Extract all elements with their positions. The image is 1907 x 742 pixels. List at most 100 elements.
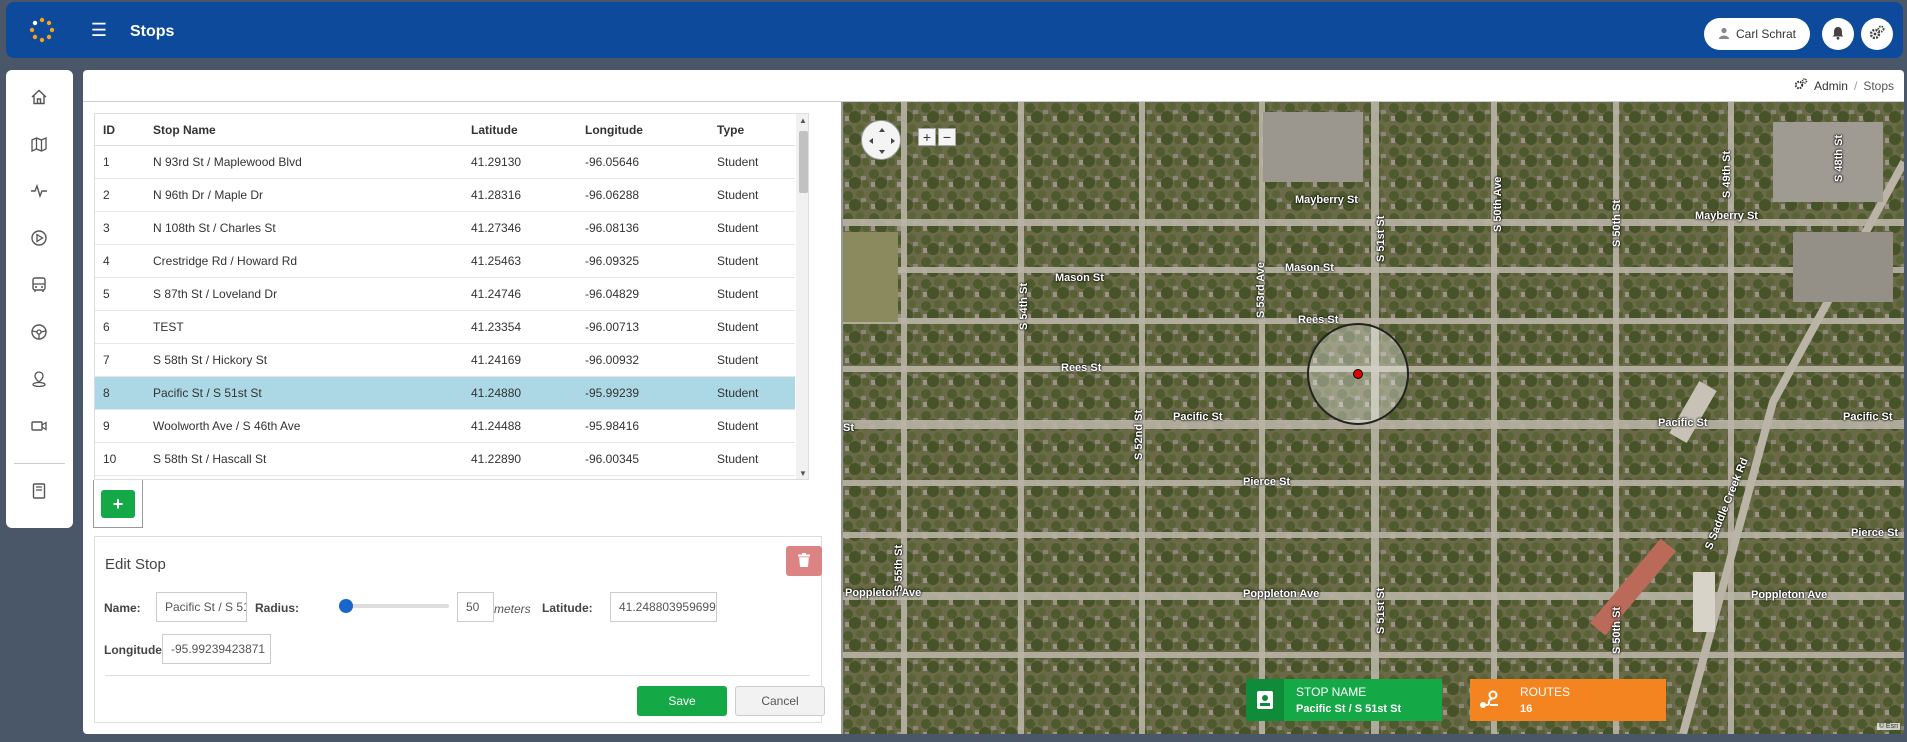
cell-latitude: 41.27346 — [471, 221, 522, 235]
table-scrollbar[interactable]: ▲ ▼ — [796, 114, 808, 479]
user-menu-button[interactable]: Carl Schrat — [1704, 18, 1810, 50]
cell-id: 5 — [103, 287, 110, 301]
column-header-latitude[interactable]: Latitude — [471, 114, 518, 146]
breadcrumb-separator: / — [1853, 78, 1858, 93]
cell-latitude: 41.28316 — [471, 188, 522, 202]
app-logo-icon[interactable] — [28, 16, 56, 44]
cell-stop-name: S 87th St / Loveland Dr — [153, 287, 278, 301]
zoom-in-button[interactable]: + — [918, 128, 936, 146]
notifications-button[interactable] — [1822, 18, 1854, 50]
map-pan-control[interactable] — [861, 120, 901, 160]
cell-id: 8 — [103, 386, 110, 400]
cell-latitude: 41.24746 — [471, 287, 522, 301]
nav-steering-wheel-icon[interactable] — [24, 317, 54, 347]
name-input[interactable]: Pacific St / S 51st — [156, 592, 247, 622]
nav-map-icon[interactable] — [24, 129, 54, 159]
table-row[interactable]: 9 Woolworth Ave / S 46th Ave 41.24488 -95.9… — [95, 410, 795, 443]
settings-button[interactable] — [1861, 18, 1893, 50]
form-separator — [105, 675, 810, 676]
table-row[interactable]: 6 TEST 41.23354 -96.00713 Student — [95, 311, 795, 344]
nav-book-icon[interactable] — [24, 476, 54, 506]
cell-longitude: -96.00932 — [585, 353, 640, 367]
map-view[interactable]: Mayberry St Mayberry St Mason St Mason S… — [843, 102, 1904, 734]
table-row[interactable]: 1 N 93rd St / Maplewood Blvd 41.29130 -96.0… — [95, 146, 795, 179]
gears-icon — [1869, 25, 1885, 44]
breadcrumb-current: Stops — [1863, 78, 1894, 93]
stops-table: ID Stop Name Latitude Longitude Type 1 N … — [94, 113, 809, 480]
column-header-id[interactable]: ID — [103, 114, 115, 146]
table-row[interactable]: 8 Pacific St / S 51st St 41.24880 -95.99239… — [95, 377, 795, 410]
street-label: S 50th Ave — [1492, 176, 1504, 232]
save-button[interactable]: Save — [637, 686, 727, 716]
column-header-longitude[interactable]: Longitude — [585, 114, 643, 146]
cell-type: Student — [717, 452, 759, 466]
street-label: Pacific St — [1658, 417, 1708, 429]
cell-latitude: 41.23354 — [471, 320, 522, 334]
hamburger-menu-icon[interactable]: ☰ — [88, 20, 110, 42]
street-label: Poppleton Ave — [1751, 589, 1828, 601]
street-label: S 50th St — [1611, 199, 1623, 247]
street-label: Poppleton Ave — [1243, 588, 1320, 600]
cell-latitude: 41.29130 — [471, 155, 522, 169]
cell-stop-name: TEST — [153, 320, 184, 334]
radius-slider[interactable] — [339, 599, 449, 613]
table-row[interactable]: 10 S 58th St / Hascall St 41.22890 -96.0034… — [95, 443, 795, 476]
nav-bus-icon[interactable] — [24, 270, 54, 300]
routes-card-icon — [1470, 679, 1508, 721]
table-row[interactable]: 4 Crestridge Rd / Howard Rd 41.25463 -96.09… — [95, 245, 795, 278]
stop-name-card: STOP NAME Pacific St / S 51st St — [1246, 679, 1442, 721]
stop-card-value: Pacific St / S 51st St — [1296, 703, 1402, 715]
cell-longitude: -96.06288 — [585, 188, 640, 202]
street-label: S 54th St — [1018, 282, 1030, 330]
cell-latitude: 41.24169 — [471, 353, 522, 367]
cell-longitude: -96.00345 — [585, 452, 640, 466]
longitude-input[interactable]: -95.99239423871 — [162, 634, 271, 664]
cell-type: Student — [717, 353, 759, 367]
table-row[interactable]: 2 N 96th Dr / Maple Dr 41.28316 -96.06288 St… — [95, 179, 795, 212]
cell-longitude: -96.05646 — [585, 155, 640, 169]
cell-type: Student — [717, 188, 759, 202]
nav-playback-icon[interactable] — [24, 223, 54, 253]
cell-stop-name: N 93rd St / Maplewood Blvd — [153, 155, 302, 169]
cancel-button[interactable]: Cancel — [735, 686, 825, 716]
latitude-input[interactable]: 41.248803959699 — [610, 592, 717, 622]
nav-video-camera-icon[interactable] — [24, 411, 54, 441]
cell-id: 6 — [103, 320, 110, 334]
cell-id: 1 — [103, 155, 110, 169]
cell-type: Student — [717, 254, 759, 268]
nav-stop-location-icon[interactable] — [24, 364, 54, 394]
table-header: ID Stop Name Latitude Longitude Type — [95, 114, 795, 146]
street-label: S 52nd St — [1133, 409, 1145, 460]
side-navigation — [6, 70, 73, 528]
street-label: S 49th St — [1721, 150, 1733, 198]
pan-arrows-icon — [869, 128, 895, 154]
cell-id: 3 — [103, 221, 110, 235]
table-row[interactable]: 3 N 108th St / Charles St 41.27346 -96.0813… — [95, 212, 795, 245]
radius-unit: meters — [494, 602, 531, 616]
breadcrumb-admin-link[interactable]: Admin — [1814, 79, 1848, 93]
stop-marker[interactable] — [1353, 369, 1363, 379]
column-header-type[interactable]: Type — [717, 114, 744, 146]
scroll-down-icon[interactable]: ▼ — [796, 467, 808, 479]
cell-stop-name: Woolworth Ave / S 46th Ave — [153, 419, 301, 433]
nav-activity-icon[interactable] — [24, 176, 54, 206]
table-row[interactable]: 7 S 58th St / Hickory St 41.24169 -96.00932… — [95, 344, 795, 377]
nav-home-icon[interactable] — [24, 82, 54, 112]
zoom-out-button[interactable]: − — [938, 128, 956, 146]
cell-longitude: -95.98416 — [585, 419, 640, 433]
breadcrumb: Admin / Stops — [1794, 78, 1894, 93]
radius-input[interactable]: 50 — [457, 592, 494, 622]
scroll-up-icon[interactable]: ▲ — [796, 114, 808, 128]
delete-stop-button[interactable] — [786, 546, 822, 576]
street-label: Mason St — [1285, 262, 1334, 274]
add-stop-button[interactable]: + — [101, 490, 135, 518]
main-panel: Admin / Stops ID Stop Name Latitude Long… — [83, 70, 1904, 734]
scroll-thumb[interactable] — [799, 131, 808, 193]
user-icon — [1718, 27, 1730, 42]
radius-slider-handle[interactable] — [339, 599, 353, 613]
table-row[interactable]: 5 S 87th St / Loveland Dr 41.24746 -96.0482… — [95, 278, 795, 311]
cell-longitude: -96.08136 — [585, 221, 640, 235]
nav-separator — [14, 463, 65, 464]
column-header-stop-name[interactable]: Stop Name — [153, 114, 216, 146]
street-label: Pacific St — [1843, 411, 1893, 423]
